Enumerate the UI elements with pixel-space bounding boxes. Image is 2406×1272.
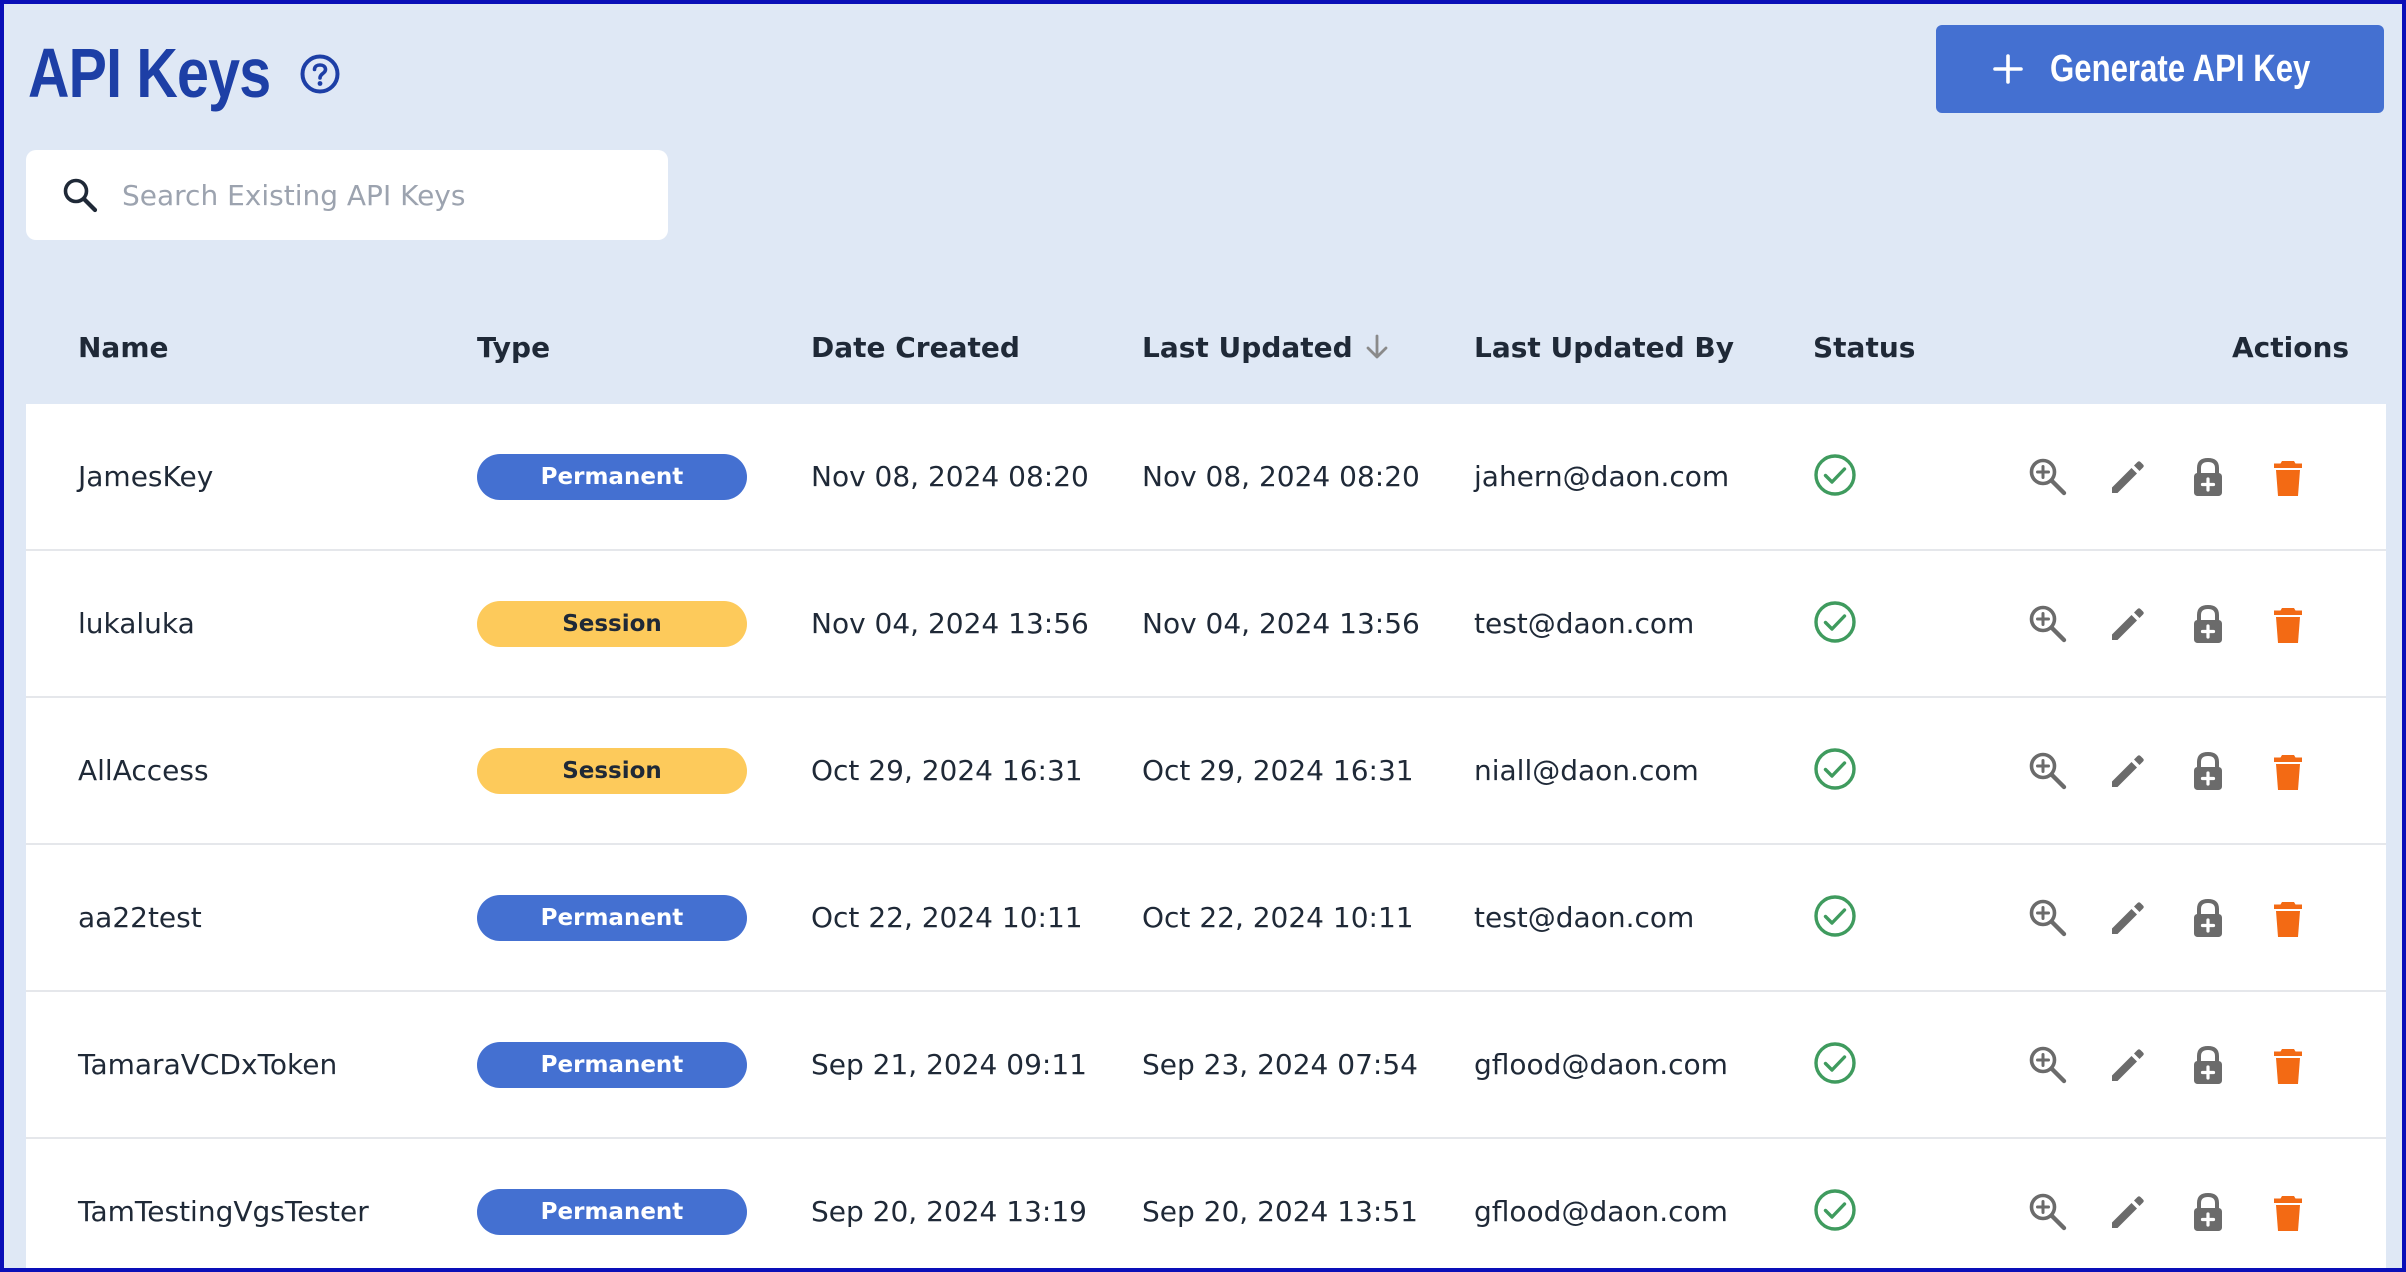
row-actions bbox=[2026, 992, 2346, 1137]
zoom-in-icon[interactable] bbox=[2026, 455, 2070, 499]
row-actions bbox=[2026, 1139, 2346, 1268]
last-updated-by: gflood@daon.com bbox=[1474, 1195, 1728, 1228]
column-header-last-updated[interactable]: Last Updated bbox=[1142, 304, 1391, 404]
last-updated: Nov 04, 2024 13:56 bbox=[1142, 607, 1420, 640]
zoom-in-icon[interactable] bbox=[2026, 896, 2070, 940]
page-title: API Keys bbox=[28, 34, 271, 112]
table-row: lukaluka Session Nov 04, 2024 13:56 Nov … bbox=[26, 551, 2386, 698]
type-badge: Session bbox=[477, 600, 747, 647]
table-row: TamTestingVgsTester Permanent Sep 20, 20… bbox=[26, 1139, 2386, 1268]
date-created: Sep 21, 2024 09:11 bbox=[811, 1048, 1087, 1081]
trash-icon[interactable] bbox=[2266, 749, 2310, 793]
column-header-type[interactable]: Type bbox=[477, 304, 550, 404]
check-circle-icon bbox=[1814, 894, 1856, 937]
lock-plus-icon[interactable] bbox=[2186, 1190, 2230, 1234]
check-circle-icon bbox=[1814, 1188, 1856, 1231]
date-created: Sep 20, 2024 13:19 bbox=[811, 1195, 1087, 1228]
row-actions bbox=[2026, 698, 2346, 843]
check-circle-icon bbox=[1814, 1041, 1856, 1084]
trash-icon[interactable] bbox=[2266, 1190, 2310, 1234]
type-badge: Session bbox=[477, 747, 747, 794]
key-name: JamesKey bbox=[78, 460, 214, 493]
column-header-actions: Actions bbox=[2232, 331, 2350, 364]
column-header-name[interactable]: Name bbox=[78, 304, 169, 404]
api-keys-table: JamesKey Permanent Nov 08, 2024 08:20 No… bbox=[26, 404, 2386, 1268]
pencil-icon[interactable] bbox=[2106, 896, 2150, 940]
row-actions bbox=[2026, 404, 2346, 549]
column-header-last-updated-by[interactable]: Last Updated By bbox=[1474, 304, 1734, 404]
row-actions bbox=[2026, 551, 2346, 696]
last-updated: Sep 23, 2024 07:54 bbox=[1142, 1048, 1418, 1081]
date-created: Nov 08, 2024 08:20 bbox=[811, 460, 1089, 493]
check-circle-icon bbox=[1814, 453, 1856, 496]
last-updated: Nov 08, 2024 08:20 bbox=[1142, 460, 1420, 493]
zoom-in-icon[interactable] bbox=[2026, 1190, 2070, 1234]
column-header-status[interactable]: Status bbox=[1813, 304, 1915, 404]
key-name: lukaluka bbox=[78, 607, 195, 640]
last-updated: Oct 29, 2024 16:31 bbox=[1142, 754, 1414, 787]
lock-plus-icon[interactable] bbox=[2186, 455, 2230, 499]
help-icon[interactable] bbox=[299, 53, 341, 95]
date-created: Oct 22, 2024 10:11 bbox=[811, 901, 1083, 934]
search-box[interactable] bbox=[26, 150, 668, 240]
check-circle-icon bbox=[1814, 600, 1856, 643]
column-header-date-created[interactable]: Date Created bbox=[811, 304, 1020, 404]
last-updated-by: gflood@daon.com bbox=[1474, 1048, 1728, 1081]
table-row: TamaraVCDxToken Permanent Sep 21, 2024 0… bbox=[26, 992, 2386, 1139]
trash-icon[interactable] bbox=[2266, 1043, 2310, 1087]
last-updated-by: test@daon.com bbox=[1474, 607, 1695, 640]
key-name: TamTestingVgsTester bbox=[78, 1195, 369, 1228]
pencil-icon[interactable] bbox=[2106, 1043, 2150, 1087]
type-badge: Permanent bbox=[477, 894, 747, 941]
last-updated: Sep 20, 2024 13:51 bbox=[1142, 1195, 1418, 1228]
search-input[interactable] bbox=[120, 177, 644, 213]
generate-api-key-label: Generate API Key bbox=[2050, 47, 2311, 90]
lock-plus-icon[interactable] bbox=[2186, 1043, 2230, 1087]
zoom-in-icon[interactable] bbox=[2026, 1043, 2070, 1087]
type-badge: Permanent bbox=[477, 1188, 747, 1235]
type-badge: Permanent bbox=[477, 1041, 747, 1088]
last-updated: Oct 22, 2024 10:11 bbox=[1142, 901, 1414, 934]
date-created: Oct 29, 2024 16:31 bbox=[811, 754, 1083, 787]
pencil-icon[interactable] bbox=[2106, 1190, 2150, 1234]
table-row: AllAccess Session Oct 29, 2024 16:31 Oct… bbox=[26, 698, 2386, 845]
column-header-last-updated-label: Last Updated bbox=[1142, 331, 1353, 364]
table-row: aa22test Permanent Oct 22, 2024 10:11 Oc… bbox=[26, 845, 2386, 992]
pencil-icon[interactable] bbox=[2106, 602, 2150, 646]
trash-icon[interactable] bbox=[2266, 455, 2310, 499]
arrow-down-icon[interactable] bbox=[1363, 333, 1391, 361]
search-icon bbox=[63, 178, 98, 213]
trash-icon[interactable] bbox=[2266, 896, 2310, 940]
lock-plus-icon[interactable] bbox=[2186, 749, 2230, 793]
pencil-icon[interactable] bbox=[2106, 749, 2150, 793]
api-keys-page: API Keys Generate API Key Name Type Date… bbox=[0, 0, 2406, 1272]
trash-icon[interactable] bbox=[2266, 602, 2310, 646]
key-name: TamaraVCDxToken bbox=[78, 1048, 338, 1081]
zoom-in-icon[interactable] bbox=[2026, 749, 2070, 793]
table-row: JamesKey Permanent Nov 08, 2024 08:20 No… bbox=[26, 404, 2386, 551]
plus-icon bbox=[1993, 54, 2024, 84]
key-name: AllAccess bbox=[78, 754, 209, 787]
date-created: Nov 04, 2024 13:56 bbox=[811, 607, 1089, 640]
table-header: Name Type Date Created Last Updated Last… bbox=[26, 304, 2386, 404]
key-name: aa22test bbox=[78, 901, 202, 934]
pencil-icon[interactable] bbox=[2106, 455, 2150, 499]
lock-plus-icon[interactable] bbox=[2186, 896, 2230, 940]
lock-plus-icon[interactable] bbox=[2186, 602, 2230, 646]
check-circle-icon bbox=[1814, 747, 1856, 790]
zoom-in-icon[interactable] bbox=[2026, 602, 2070, 646]
generate-api-key-button[interactable]: Generate API Key bbox=[1936, 25, 2384, 113]
last-updated-by: test@daon.com bbox=[1474, 901, 1695, 934]
row-actions bbox=[2026, 845, 2346, 990]
last-updated-by: jahern@daon.com bbox=[1474, 460, 1730, 493]
type-badge: Permanent bbox=[477, 453, 747, 500]
last-updated-by: niall@daon.com bbox=[1474, 754, 1699, 787]
